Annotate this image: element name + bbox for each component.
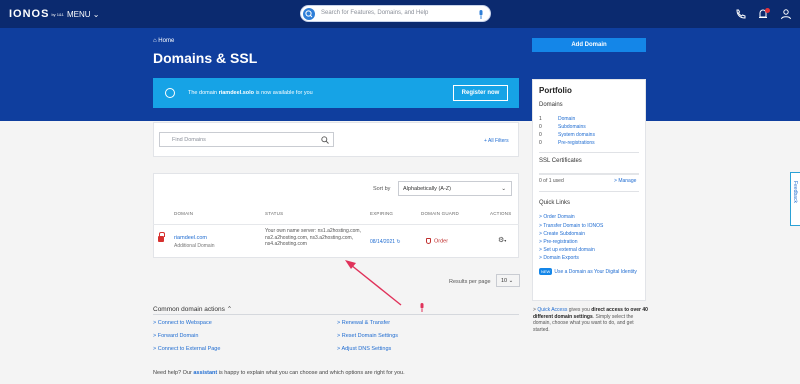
ssl-usage-bar <box>539 173 639 175</box>
quick-link-domain-exports[interactable]: > Domain Exports <box>539 255 579 261</box>
pre-registration-count: 0 <box>539 140 542 146</box>
action-link-renewal-transfer[interactable]: > Renewal & Transfer <box>337 320 390 326</box>
system-domain-count: 0 <box>539 132 542 138</box>
assistant-link[interactable]: assistant <box>193 370 217 376</box>
domain-count: 1 <box>539 116 542 122</box>
action-link-connect-webspace[interactable]: > Connect to Webspace <box>153 320 212 326</box>
annotation-arrow <box>345 260 402 306</box>
portfolio-link-domain[interactable]: Domain <box>558 116 575 122</box>
action-link-connect-external[interactable]: > Connect to External Page <box>153 346 220 352</box>
quick-link-create-subdomain[interactable]: > Create Subdomain <box>539 231 585 237</box>
portfolio-title: Portfolio <box>539 86 572 95</box>
quick-links-label: Quick Links <box>539 200 571 206</box>
quick-access-link[interactable]: Quick Access <box>537 307 567 313</box>
quick-link-transfer-domain[interactable]: > Transfer Domain to IONOS <box>539 223 603 229</box>
action-link-forward-domain[interactable]: > Forward Domain <box>153 333 198 339</box>
divider <box>539 191 639 192</box>
quick-access-text: > Quick Access gives you direct access t… <box>533 307 648 333</box>
portfolio-link-subdomains[interactable]: Subdomains <box>558 124 586 130</box>
domains-section-label: Domains <box>539 102 563 108</box>
portfolio-link-pre-registrations[interactable]: Pre-registrations <box>558 140 595 146</box>
ssl-section-label: SSL Certificates <box>539 158 582 164</box>
new-badge: NEW <box>539 268 553 275</box>
divider <box>153 314 519 315</box>
digital-identity-link[interactable]: NEW Use a Domain as Your Digital Identity <box>539 268 639 276</box>
quick-link-pre-registration[interactable]: > Pre-registration <box>539 239 578 245</box>
quick-link-external-domain[interactable]: > Set up external domain <box>539 247 595 253</box>
quick-link-order-domain[interactable]: > Order Domain <box>539 214 575 220</box>
ssl-used-text: 0 of 1 used <box>539 178 564 184</box>
action-link-reset-settings[interactable]: > Reset Domain Settings <box>337 333 398 339</box>
portfolio-link-system-domains[interactable]: System domains <box>558 132 595 138</box>
chevron-up-icon: ⌃ <box>226 306 233 313</box>
action-link-adjust-dns[interactable]: > Adjust DNS Settings <box>337 346 391 352</box>
help-text: Need help? Our assistant is happy to exp… <box>153 370 405 376</box>
subdomain-count: 0 <box>539 124 542 130</box>
record-microphone-icon <box>419 303 425 314</box>
feedback-tab[interactable]: Feedback <box>790 172 800 226</box>
ssl-manage-link[interactable]: > Manage <box>614 178 636 184</box>
common-domain-actions-toggle[interactable]: Common domain actions ⌃ <box>153 305 232 313</box>
divider <box>539 152 639 153</box>
